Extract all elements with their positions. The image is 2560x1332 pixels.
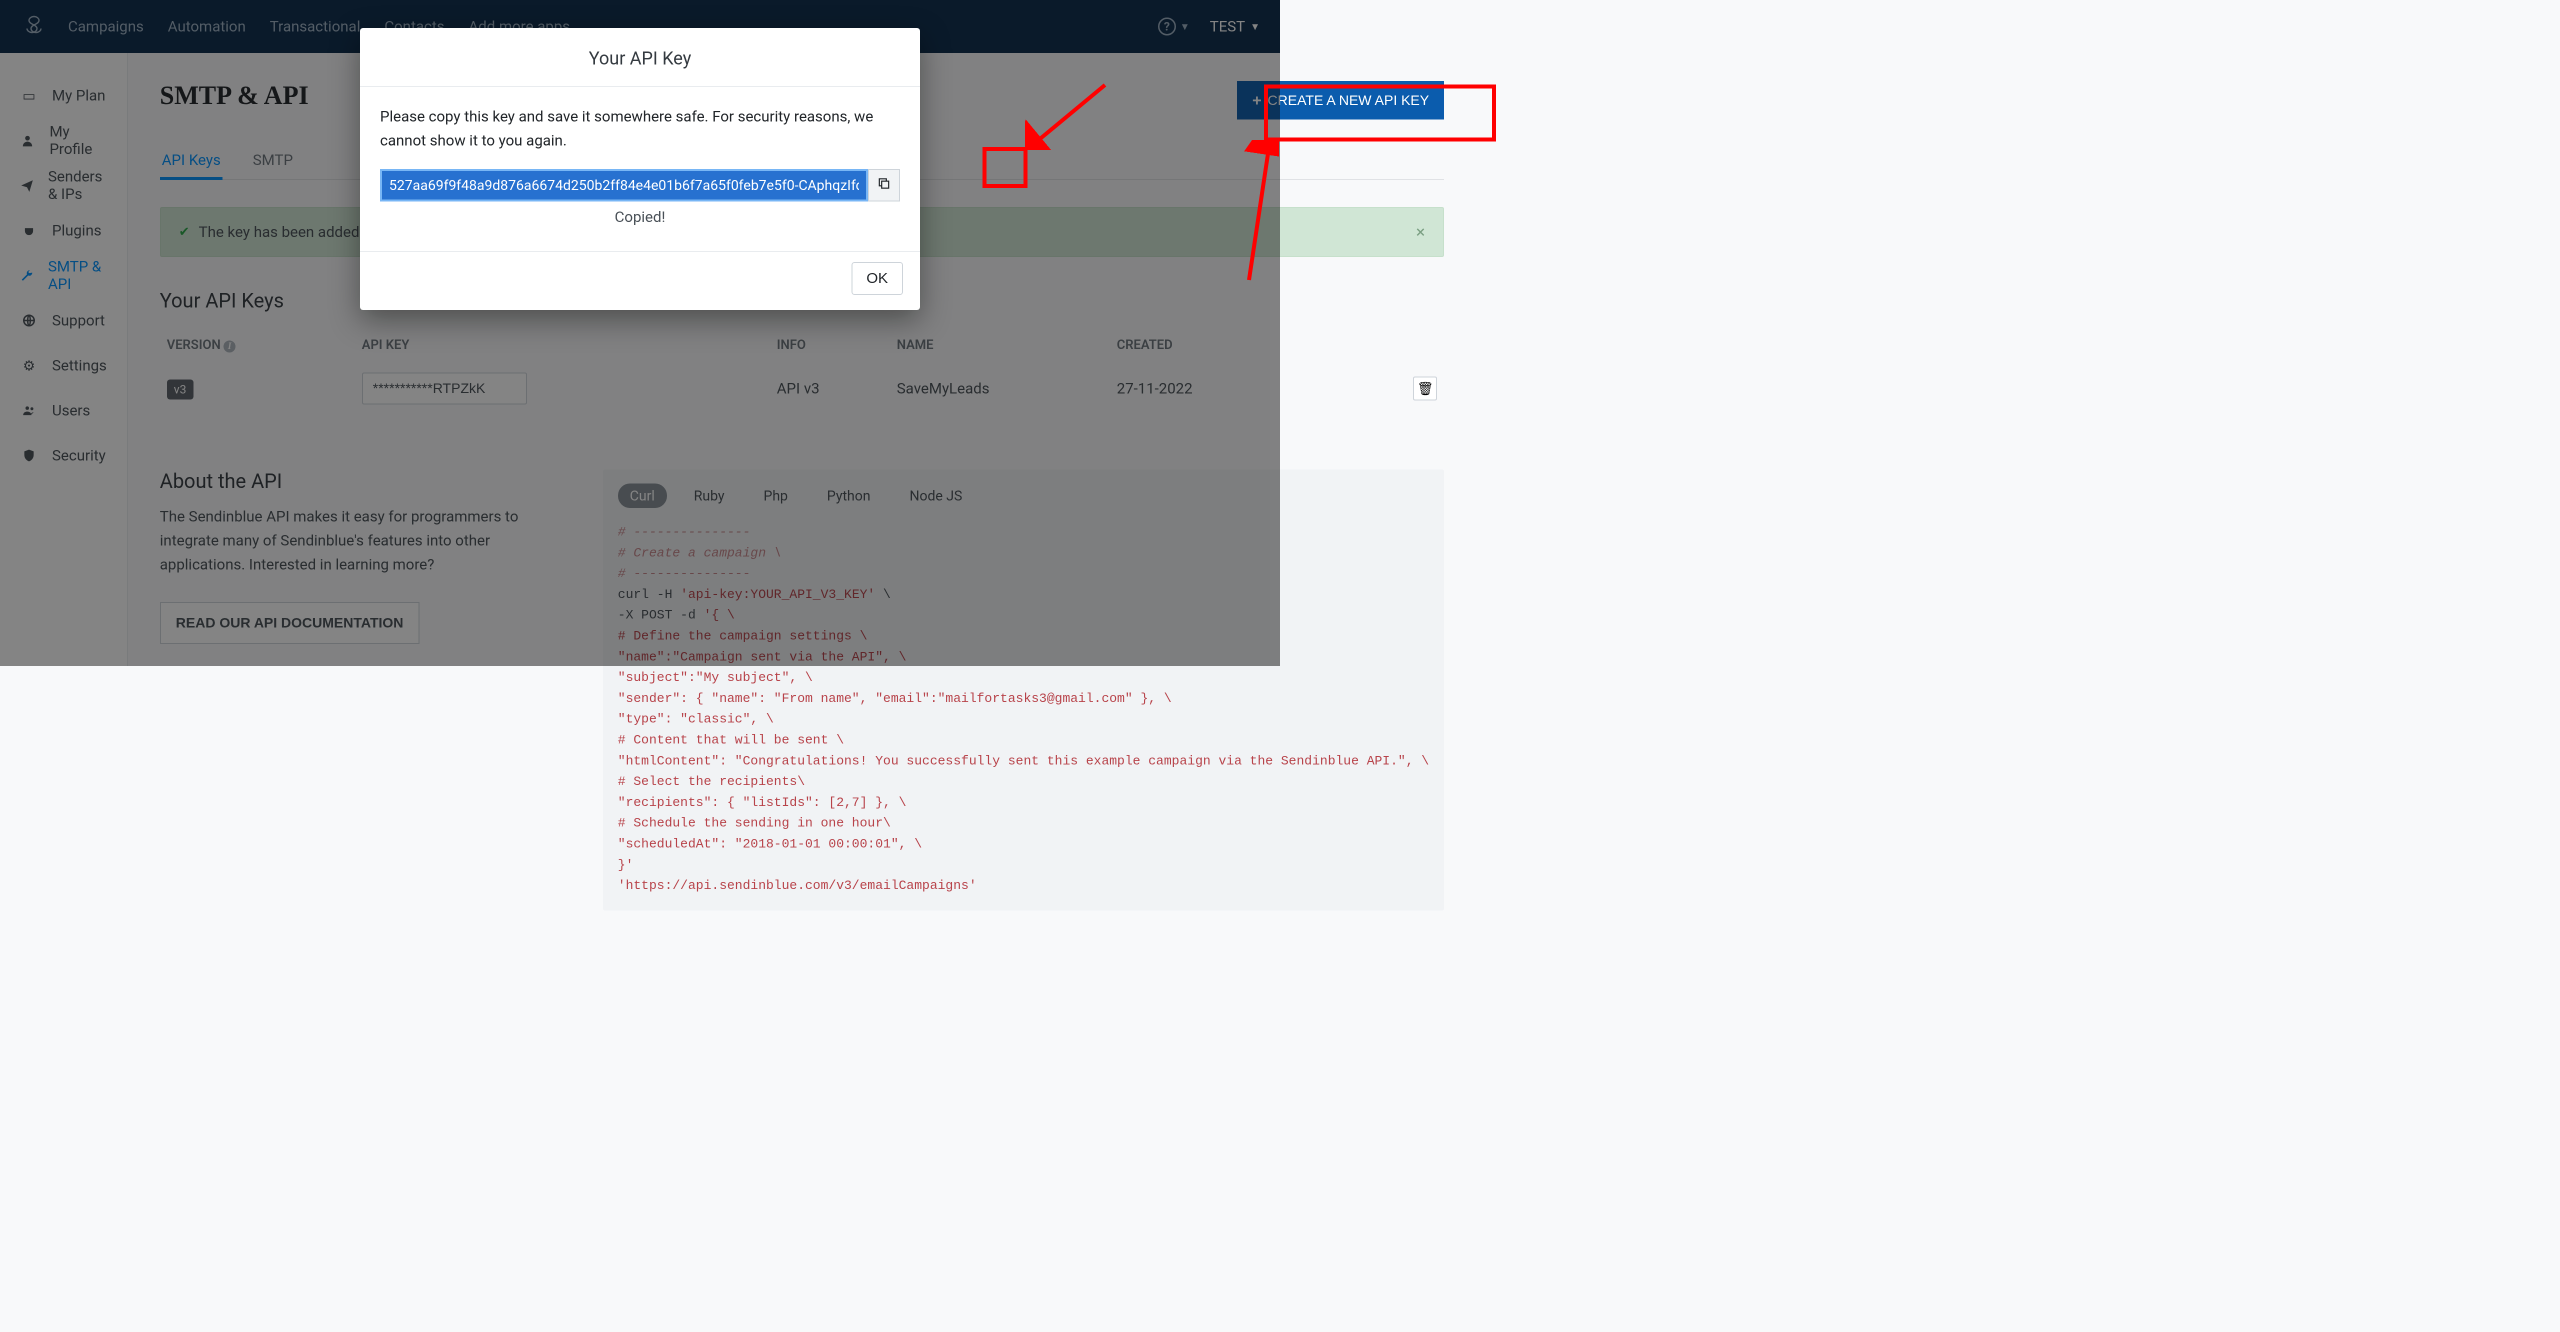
api-key-modal: Your API Key Please copy this key and sa… <box>360 28 920 310</box>
copy-button[interactable] <box>868 169 900 202</box>
copy-icon <box>877 177 891 195</box>
trash-icon: 🗑 <box>1417 381 1434 397</box>
ok-button[interactable]: OK <box>851 262 903 295</box>
modal-text: Please copy this key and save it somewhe… <box>380 105 900 153</box>
alert-close-button[interactable]: × <box>1416 222 1425 242</box>
api-key-field[interactable] <box>380 169 868 202</box>
delete-key-button[interactable]: 🗑 <box>1413 377 1437 401</box>
modal-title: Your API Key <box>360 28 920 87</box>
copied-label: Copied! <box>380 209 900 227</box>
create-button-label: CREATE A NEW API KEY <box>1268 92 1430 108</box>
